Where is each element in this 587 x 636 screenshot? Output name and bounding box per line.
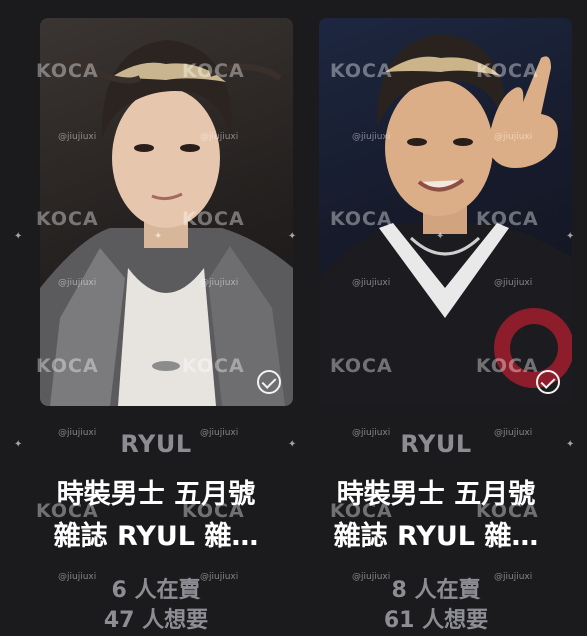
watermark-handle: @jiujiuxi <box>200 428 239 438</box>
watermark-logo: KOCA <box>330 208 393 230</box>
watermark-handle: @jiujiuxi <box>200 132 239 142</box>
watermark-handle: @jiujiuxi <box>352 572 391 582</box>
check-circle-icon <box>536 370 560 394</box>
card-title-line2: 雜誌 RYUL 雜… <box>333 521 539 552</box>
card-title-line2: 雜誌 RYUL 雜… <box>53 521 259 552</box>
watermark-logo: KOCA <box>182 208 245 230</box>
sparkle-icon: ✦ <box>14 439 23 450</box>
watermark-handle: @jiujiuxi <box>494 572 533 582</box>
card-grid: RYUL 時裝男士 五月號 雜誌 RYUL 雜… 6 人在賣 47 人想要 RY… <box>0 0 587 633</box>
wanting-count: 47 人想要 <box>103 608 209 633</box>
sparkle-icon: ✦ <box>288 439 297 450</box>
watermark-logo: KOCA <box>182 355 245 377</box>
sparkle-icon: ✦ <box>154 231 163 242</box>
card-stats: 6 人在賣 47 人想要 <box>20 576 292 636</box>
watermark-handle: @jiujiuxi <box>352 278 391 288</box>
watermark-handle: @jiujiuxi <box>494 132 533 142</box>
watermark-handle: @jiujiuxi <box>352 132 391 142</box>
sparkle-icon: ✦ <box>14 231 23 242</box>
watermark-handle: @jiujiuxi <box>58 278 97 288</box>
watermark-logo: KOCA <box>36 60 99 82</box>
watermark-logo: KOCA <box>476 355 539 377</box>
watermark-handle: @jiujiuxi <box>494 278 533 288</box>
watermark-logo: KOCA <box>476 500 539 522</box>
watermark-logo: KOCA <box>476 60 539 82</box>
watermark-logo: KOCA <box>36 208 99 230</box>
watermark-logo: KOCA <box>476 208 539 230</box>
wanting-count: 61 人想要 <box>383 608 489 633</box>
check-circle-icon <box>257 370 281 394</box>
watermark-handle: @jiujiuxi <box>58 428 97 438</box>
sparkle-icon: ✦ <box>436 231 445 242</box>
watermark-handle: @jiujiuxi <box>352 428 391 438</box>
watermark-logo: KOCA <box>182 60 245 82</box>
watermark-logo: KOCA <box>330 60 393 82</box>
card-stats: 8 人在賣 61 人想要 <box>300 576 572 636</box>
watermark-logo: KOCA <box>36 355 99 377</box>
watermark-handle: @jiujiuxi <box>58 132 97 142</box>
sparkle-icon: ✦ <box>566 439 575 450</box>
watermark-logo: KOCA <box>330 355 393 377</box>
watermark-logo: KOCA <box>330 500 393 522</box>
watermark-handle: @jiujiuxi <box>58 572 97 582</box>
photocard-item[interactable]: RYUL 時裝男士 五月號 雜誌 RYUL 雜… 6 人在賣 47 人想要 <box>20 14 293 633</box>
watermark-logo: KOCA <box>36 500 99 522</box>
sparkle-icon: ✦ <box>566 231 575 242</box>
watermark-handle: @jiujiuxi <box>200 278 239 288</box>
watermark-handle: @jiujiuxi <box>494 428 533 438</box>
watermark-logo: KOCA <box>182 500 245 522</box>
watermark-handle: @jiujiuxi <box>200 572 239 582</box>
photocard-item[interactable]: RYUL 時裝男士 五月號 雜誌 RYUL 雜… 8 人在賣 61 人想要 <box>300 14 572 633</box>
sparkle-icon: ✦ <box>288 231 297 242</box>
